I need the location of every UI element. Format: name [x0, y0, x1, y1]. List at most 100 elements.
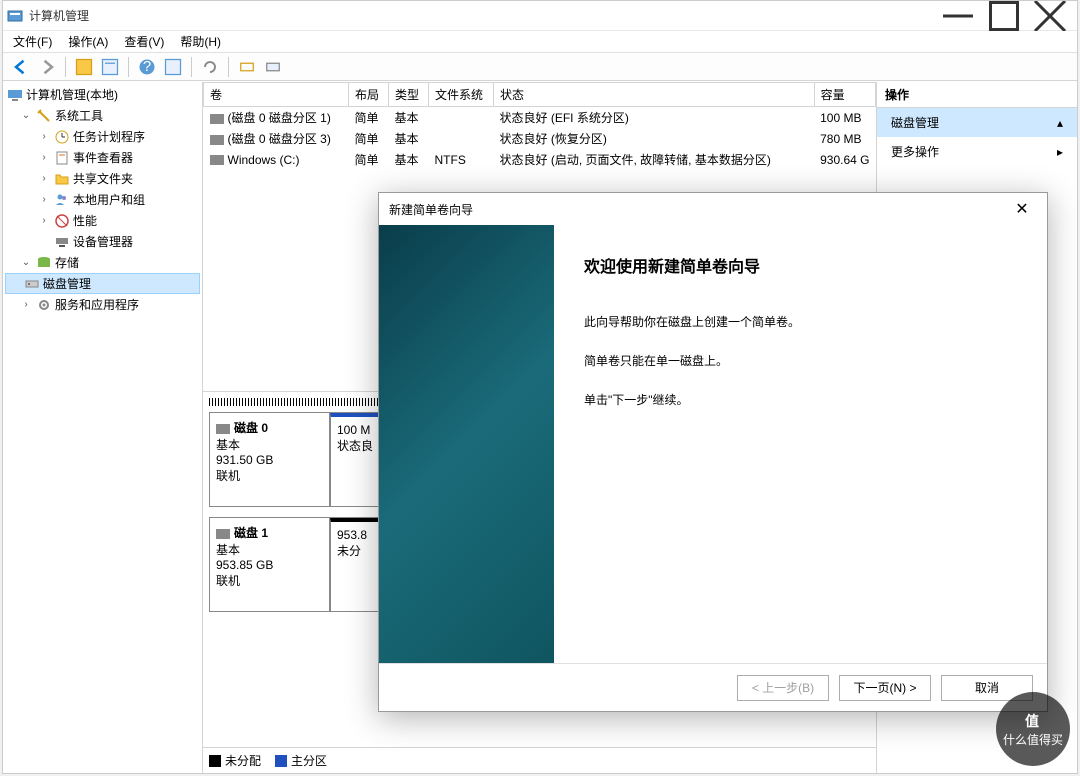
tree-label: 存储	[55, 254, 79, 271]
titlebar: 计算机管理	[3, 1, 1077, 31]
tree-label: 本地用户和组	[73, 191, 145, 208]
disk-icon	[210, 135, 224, 145]
col-status[interactable]: 状态	[494, 83, 815, 107]
tree-event-viewer[interactable]: › 事件查看器	[5, 147, 200, 168]
tree-device-manager[interactable]: 设备管理器	[5, 231, 200, 252]
tree-services[interactable]: › 服务和应用程序	[5, 294, 200, 315]
dialog-text-3: 单击"下一步"继续。	[584, 391, 1017, 410]
tree-shared-folders[interactable]: › 共享文件夹	[5, 168, 200, 189]
tree-storage[interactable]: ⌄ 存储	[5, 252, 200, 273]
tree-disk-management[interactable]: 磁盘管理	[5, 273, 200, 294]
col-capacity[interactable]: 容量	[814, 83, 875, 107]
actions-more[interactable]: 更多操作 ▸	[877, 137, 1077, 166]
collapse-icon[interactable]: ⌄	[19, 256, 33, 270]
tree-label: 共享文件夹	[73, 170, 133, 187]
toolbar-separator	[128, 57, 129, 77]
tree-label: 磁盘管理	[43, 275, 91, 292]
menubar: 文件(F) 操作(A) 查看(V) 帮助(H)	[3, 31, 1077, 53]
col-volume[interactable]: 卷	[204, 83, 349, 107]
expand-icon[interactable]: ›	[37, 193, 51, 207]
properties-button[interactable]	[98, 56, 122, 78]
app-icon	[7, 8, 23, 24]
legend: 未分配 主分区	[203, 747, 876, 773]
tree-root-label: 计算机管理(本地)	[26, 86, 118, 103]
expand-icon[interactable]: ›	[37, 130, 51, 144]
tree-label: 服务和应用程序	[55, 296, 139, 313]
collapse-icon[interactable]: ⌄	[19, 109, 33, 123]
users-icon	[54, 192, 70, 208]
tree-label: 设备管理器	[73, 233, 133, 250]
toolbar-separator	[65, 57, 66, 77]
dialog-text-1: 此向导帮助你在磁盘上创建一个简单卷。	[584, 313, 1017, 332]
disk-icon	[24, 276, 40, 292]
forward-button[interactable]	[35, 56, 59, 78]
toolbar-separator	[228, 57, 229, 77]
tree-task-scheduler[interactable]: › 任务计划程序	[5, 126, 200, 147]
window-title: 计算机管理	[29, 7, 935, 24]
expand-icon[interactable]: ›	[19, 298, 33, 312]
menu-file[interactable]: 文件(F)	[5, 31, 60, 52]
watermark: 值 什么值得买	[996, 692, 1070, 766]
menu-help[interactable]: 帮助(H)	[172, 31, 229, 52]
tree-label: 任务计划程序	[73, 128, 145, 145]
chevron-right-icon: ▸	[1057, 145, 1063, 159]
tree-performance[interactable]: › 性能	[5, 210, 200, 231]
disk-info: 磁盘 1 基本 953.85 GB 联机	[210, 518, 330, 611]
chevron-up-icon: ▴	[1057, 116, 1063, 130]
col-fs[interactable]: 文件系统	[429, 83, 494, 107]
disk-icon	[210, 155, 224, 165]
help-button[interactable]: ?	[135, 56, 159, 78]
menu-view[interactable]: 查看(V)	[116, 31, 172, 52]
maximize-button[interactable]	[981, 1, 1027, 31]
refresh-button[interactable]	[198, 56, 222, 78]
table-row[interactable]: (磁盘 0 磁盘分区 3)简单基本状态良好 (恢复分区)780 MB	[204, 128, 876, 149]
next-button[interactable]: 下一页(N) >	[839, 675, 931, 701]
minimize-button[interactable]	[935, 1, 981, 31]
extra-button[interactable]	[261, 56, 285, 78]
disk-info: 磁盘 0 基本 931.50 GB 联机	[210, 413, 330, 506]
tree-system-tools[interactable]: ⌄ 系统工具	[5, 105, 200, 126]
toolbar: ?	[3, 53, 1077, 81]
performance-icon	[54, 213, 70, 229]
dialog-body: 欢迎使用新建简单卷向导 此向导帮助你在磁盘上创建一个简单卷。 简单卷只能在单一磁…	[379, 225, 1047, 663]
expand-icon[interactable]: ›	[37, 172, 51, 186]
back-button[interactable]: < 上一步(B)	[737, 675, 829, 701]
expand-icon[interactable]: ›	[37, 151, 51, 165]
tree-label: 事件查看器	[73, 149, 133, 166]
col-type[interactable]: 类型	[389, 83, 429, 107]
tree-label: 系统工具	[55, 107, 103, 124]
show-hide-button[interactable]	[72, 56, 96, 78]
legend-unallocated: 未分配	[209, 752, 261, 769]
col-layout[interactable]: 布局	[349, 83, 389, 107]
storage-icon	[36, 255, 52, 271]
back-button[interactable]	[9, 56, 33, 78]
settings-button[interactable]	[235, 56, 259, 78]
services-icon	[36, 297, 52, 313]
computer-icon	[7, 87, 23, 103]
disk-icon	[210, 114, 224, 124]
dialog-text-2: 简单卷只能在单一磁盘上。	[584, 352, 1017, 371]
dialog-heading: 欢迎使用新建简单卷向导	[584, 253, 1017, 277]
event-icon	[54, 150, 70, 166]
watermark-logo: 值	[1025, 711, 1041, 731]
table-row[interactable]: (磁盘 0 磁盘分区 1)简单基本状态良好 (EFI 系统分区)100 MB	[204, 107, 876, 129]
dialog-title: 新建简单卷向导	[389, 201, 1007, 218]
device-icon	[54, 234, 70, 250]
view-list-button[interactable]	[161, 56, 185, 78]
close-button[interactable]	[1027, 1, 1073, 31]
table-row[interactable]: Windows (C:)简单基本NTFS状态良好 (启动, 页面文件, 故障转储…	[204, 149, 876, 170]
expand-icon[interactable]: ›	[37, 214, 51, 228]
menu-action[interactable]: 操作(A)	[60, 31, 116, 52]
wizard-dialog: 新建简单卷向导 ✕ 欢迎使用新建简单卷向导 此向导帮助你在磁盘上创建一个简单卷。…	[378, 192, 1048, 712]
actions-header: 操作	[877, 82, 1077, 108]
folder-icon	[54, 171, 70, 187]
actions-disk-mgmt[interactable]: 磁盘管理 ▴	[877, 108, 1077, 137]
tree-local-users[interactable]: › 本地用户和组	[5, 189, 200, 210]
svg-text:?: ?	[143, 57, 151, 74]
volume-table: 卷 布局 类型 文件系统 状态 容量 (磁盘 0 磁盘分区 1)简单基本状态良好…	[203, 82, 876, 170]
dialog-buttons: < 上一步(B) 下一页(N) > 取消	[379, 663, 1047, 711]
tree-root[interactable]: 计算机管理(本地)	[5, 84, 200, 105]
toolbar-separator	[191, 57, 192, 77]
dialog-titlebar: 新建简单卷向导 ✕	[379, 193, 1047, 225]
dialog-close-button[interactable]: ✕	[1007, 194, 1037, 224]
